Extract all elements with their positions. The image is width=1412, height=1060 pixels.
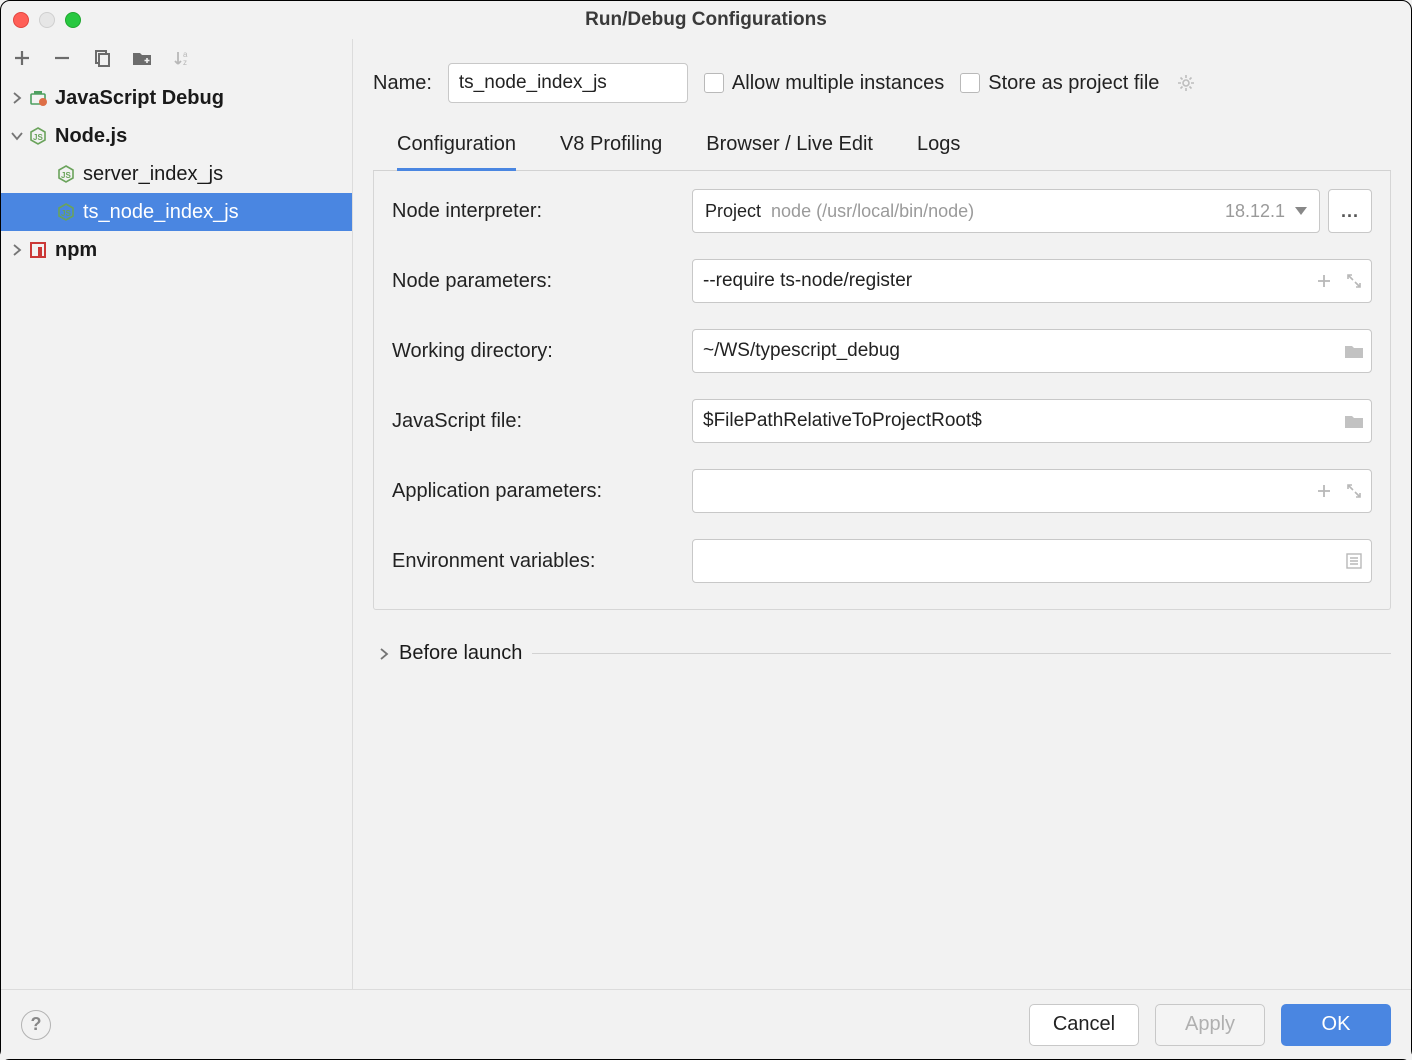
npm-icon [27, 241, 49, 259]
dialog-footer: ? Cancel Apply OK [1, 989, 1411, 1059]
app-params-label: Application parameters: [392, 480, 682, 503]
chevron-right-icon [379, 648, 389, 660]
svg-text:z: z [183, 58, 187, 67]
zoom-window-icon[interactable] [65, 12, 81, 28]
allow-multiple-checkbox[interactable]: Allow multiple instances [704, 72, 944, 95]
expand-icon[interactable] [1344, 481, 1364, 501]
checkbox-icon [960, 73, 980, 93]
chevron-right-icon [7, 92, 27, 104]
remove-icon[interactable] [51, 47, 73, 69]
close-window-icon[interactable] [13, 12, 29, 28]
svg-text:JS: JS [61, 209, 71, 218]
minimize-window-icon [39, 12, 55, 28]
before-launch-label: Before launch [399, 642, 522, 665]
name-label: Name: [373, 72, 432, 95]
tabs: Configuration V8 Profiling Browser / Liv… [373, 123, 1391, 171]
tree-node-javascript-debug[interactable]: JavaScript Debug [1, 79, 352, 117]
apply-button: Apply [1155, 1004, 1265, 1046]
tree-node-label: ts_node_index_js [83, 201, 239, 224]
tree-node-label: Node.js [55, 125, 127, 148]
working-dir-label: Working directory: [392, 340, 682, 363]
ok-button[interactable]: OK [1281, 1004, 1391, 1046]
titlebar: Run/Debug Configurations [1, 1, 1411, 39]
sidebar-toolbar: az [1, 39, 352, 75]
working-dir-input[interactable] [692, 329, 1372, 373]
tree-node-nodejs[interactable]: JS Node.js [1, 117, 352, 155]
app-params-input[interactable] [692, 469, 1372, 513]
folder-icon[interactable] [131, 47, 153, 69]
tree-node-label: npm [55, 239, 97, 262]
plus-icon[interactable] [1314, 481, 1334, 501]
add-icon[interactable] [11, 47, 33, 69]
node-interp-path: node (/usr/local/bin/node) [771, 201, 1215, 222]
env-vars-label: Environment variables: [392, 550, 682, 573]
name-input[interactable] [448, 63, 688, 103]
dialog-title: Run/Debug Configurations [1, 9, 1411, 31]
store-project-checkbox[interactable]: Store as project file [960, 72, 1159, 95]
node-params-input[interactable] [692, 259, 1372, 303]
expand-icon[interactable] [1344, 271, 1364, 291]
folder-icon[interactable] [1344, 411, 1364, 431]
svg-text:JS: JS [33, 133, 43, 142]
tab-configuration[interactable]: Configuration [397, 123, 516, 171]
sidebar: az JavaScript Debug JS Node.js JS server… [1, 39, 353, 989]
tree-node-server-index[interactable]: JS server_index_js [1, 155, 352, 193]
tree-node-label: JavaScript Debug [55, 87, 224, 110]
list-icon[interactable] [1344, 551, 1364, 571]
js-debug-icon [27, 88, 49, 108]
node-params-label: Node parameters: [392, 270, 682, 293]
checkbox-icon [704, 73, 724, 93]
help-button[interactable]: ? [21, 1010, 51, 1040]
browse-interpreter-button[interactable]: ... [1328, 189, 1372, 233]
dropdown-icon [1295, 207, 1307, 215]
svg-text:JS: JS [61, 171, 71, 180]
plus-icon[interactable] [1314, 271, 1334, 291]
nodejs-icon: JS [55, 164, 77, 184]
allow-multiple-label: Allow multiple instances [732, 72, 944, 95]
tab-v8-profiling[interactable]: V8 Profiling [560, 123, 662, 170]
node-interpreter-select[interactable]: Project node (/usr/local/bin/node) 18.12… [692, 189, 1320, 233]
tree-node-npm[interactable]: npm [1, 231, 352, 269]
nodejs-icon: JS [55, 202, 77, 222]
window-controls [13, 12, 81, 28]
node-interpreter-label: Node interpreter: [392, 200, 682, 223]
tab-browser-live-edit[interactable]: Browser / Live Edit [706, 123, 873, 170]
tree-node-ts-node-index[interactable]: JS ts_node_index_js [1, 193, 352, 231]
node-interp-prefix: Project [705, 201, 761, 222]
separator [532, 653, 1391, 654]
chevron-right-icon [7, 244, 27, 256]
tree-node-label: server_index_js [83, 163, 223, 186]
tab-logs[interactable]: Logs [917, 123, 960, 170]
nodejs-icon: JS [27, 126, 49, 146]
config-panel: Node interpreter: Project node (/usr/loc… [373, 171, 1391, 610]
copy-icon[interactable] [91, 47, 113, 69]
content-pane: Name: Allow multiple instances Store as … [353, 39, 1411, 989]
gear-icon[interactable] [1175, 72, 1197, 94]
sort-icon[interactable]: az [171, 47, 193, 69]
store-project-label: Store as project file [988, 72, 1159, 95]
js-file-input[interactable] [692, 399, 1372, 443]
env-vars-input[interactable] [692, 539, 1372, 583]
chevron-down-icon [7, 131, 27, 141]
js-file-label: JavaScript file: [392, 410, 682, 433]
before-launch-section[interactable]: Before launch [379, 642, 1391, 665]
node-interp-version: 18.12.1 [1225, 201, 1285, 222]
folder-icon[interactable] [1344, 341, 1364, 361]
config-tree: JavaScript Debug JS Node.js JS server_in… [1, 75, 352, 989]
cancel-button[interactable]: Cancel [1029, 1004, 1139, 1046]
